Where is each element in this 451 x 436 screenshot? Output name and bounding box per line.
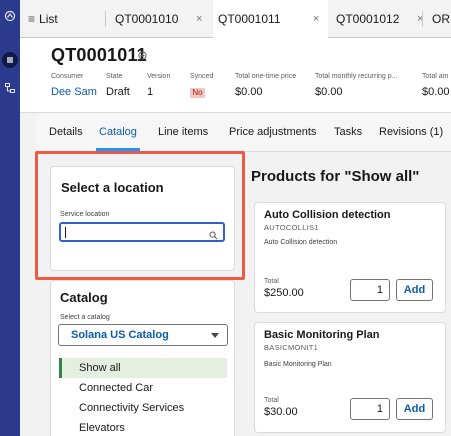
field-label-state: State [106,73,123,80]
tab-label: QT0001010 [115,12,179,26]
tab-label: OR [432,12,450,26]
product-total-label: Total [264,278,279,285]
tab-list[interactable]: ≡ List [28,0,58,38]
tab-or[interactable]: OR [432,0,450,38]
catalog-select-value: Solana US Catalog [71,329,169,341]
quantity-input[interactable]: 1 [350,279,390,301]
tab-divider [105,11,106,27]
hierarchy-icon[interactable] [2,80,18,96]
follow-icon[interactable] [137,48,148,66]
product-description: Auto Collision detection [264,239,338,246]
tab-list-label: List [39,12,58,26]
record-header: QT0001011 Consumer Dee Sam State Draft V… [20,38,451,113]
tab-label: QT0001011 [218,12,281,26]
monthly-recurring-value: $0.00 [315,86,343,98]
record-subtabs: Details Catalog Line items Price adjustm… [36,114,451,152]
tab-tasks[interactable]: Tasks [334,126,362,138]
one-time-price-value: $0.00 [235,86,263,98]
products-title: Products for "Show all" [251,168,420,185]
product-total-label: Total [264,397,279,404]
list-nav-icon[interactable] [2,52,18,68]
tab-qt0001012[interactable]: QT0001012 × [336,0,431,38]
catalog-item-connected-car[interactable]: Connected Car [59,378,227,398]
catalog-select-label: Select a catalog [60,314,110,321]
record-title: QT0001011 [51,45,147,65]
tab-label: QT0001012 [336,12,400,26]
list-icon: ≡ [28,12,36,26]
field-label-one-time-price: Total one-time price [235,73,297,80]
product-code: BASICMONIT1 [264,343,319,352]
tab-details[interactable]: Details [49,126,83,138]
workspace-tab-bar: ≡ List QT0001010 × QT0001011 × QT0001012… [20,0,451,38]
product-name: Auto Collision detection [264,209,391,221]
catalog-title: Catalog [60,290,108,305]
catalog-select[interactable]: Solana US Catalog [58,324,228,346]
product-description: Basic Monitoring Plan [264,361,332,368]
product-name: Basic Monitoring Plan [264,329,380,341]
field-label-synced: Synced [190,73,214,80]
tab-revisions[interactable]: Revisions (1) [379,126,443,138]
version-value: 1 [147,86,154,98]
close-tab-icon[interactable]: × [196,13,202,25]
field-label-monthly-recurring: Total monthly recurring p... [315,73,398,80]
product-total: $30.00 [264,406,298,418]
field-label-consumer: Consumer [51,73,84,80]
add-button[interactable]: Add [396,279,433,301]
tab-catalog[interactable]: Catalog [99,126,137,138]
total-amount-value: $0.00 [422,86,450,98]
tab-price-adjustments[interactable]: Price adjustments [229,126,316,138]
product-total: $250.00 [264,287,304,299]
field-label-total-amount: Total am [422,73,449,80]
state-value: Draft [106,86,130,98]
product-code: AUTOCOLLIS1 [264,223,319,232]
tab-divider [422,11,423,27]
tab-qt0001010[interactable]: QT0001010 × [115,0,213,38]
chevron-down-icon [211,333,219,338]
catalog-item-connectivity-services[interactable]: Connectivity Services [59,398,227,418]
consumer-link[interactable]: Dee Sam [51,86,97,98]
close-tab-icon[interactable]: × [313,13,319,25]
catalog-item-elevators[interactable]: Elevators [59,418,227,436]
quantity-input[interactable]: 1 [350,398,390,420]
field-label-version: Version [147,73,171,80]
synced-badge: No [190,88,205,98]
app-rail [0,0,20,436]
home-icon[interactable] [2,8,18,24]
add-button[interactable]: Add [396,398,433,420]
catalog-item-show-all[interactable]: Show all [59,358,227,378]
tab-line-items[interactable]: Line items [158,126,208,138]
focus-highlight-box [35,151,245,280]
tab-qt0001011[interactable]: QT0001011 × [213,0,328,38]
